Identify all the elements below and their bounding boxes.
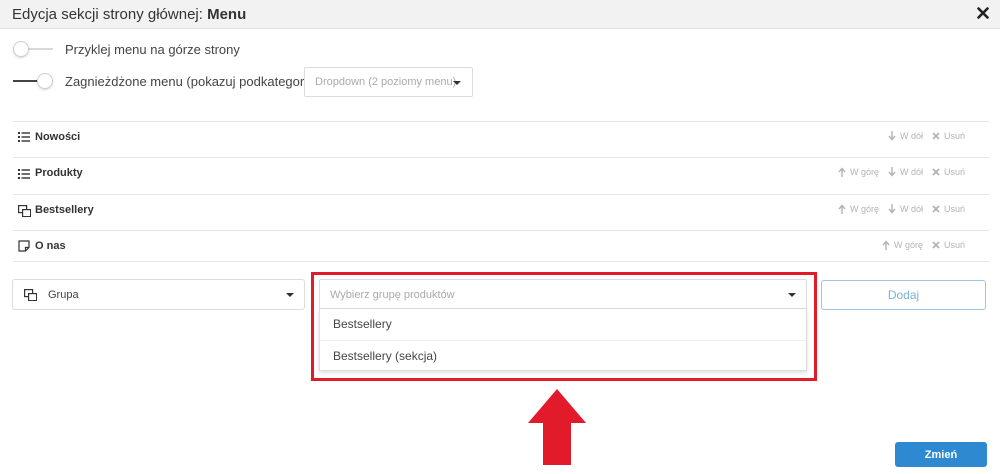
delete-button[interactable]: Usuń (932, 167, 965, 177)
arrow-down-icon (888, 131, 896, 141)
close-icon (932, 205, 940, 213)
delete-button[interactable]: Usuń (932, 204, 965, 214)
nested-menu-toggle-row: Zagnieżdżone menu (pokazuj podkategorie) (13, 71, 319, 91)
sticky-menu-switch[interactable] (13, 41, 53, 57)
sticky-menu-label: Przyklej menu na górze strony (65, 41, 240, 57)
menu-item-label: Nowości (35, 131, 81, 143)
add-button[interactable]: Dodaj (821, 280, 986, 310)
item-type-value: Grupa (48, 289, 79, 301)
move-up-button[interactable]: W górę (882, 240, 923, 250)
switch-knob (37, 73, 53, 89)
arrow-up-icon (838, 204, 846, 214)
item-type-select[interactable]: Grupa (12, 279, 305, 310)
close-button[interactable] (975, 4, 991, 22)
product-group-icon (24, 289, 37, 301)
menu-item-produkty: Produkty W górę W dół Usuń (13, 157, 989, 189)
arrow-down-icon (888, 167, 896, 177)
row-actions: W górę Usuń (873, 240, 965, 250)
move-down-label: W dół (899, 131, 923, 141)
delete-label: Usuń (943, 240, 965, 250)
arrow-up-callout-icon (528, 389, 586, 465)
row-actions: W górę W dół Usuń (829, 204, 965, 214)
move-down-button[interactable]: W dół (888, 204, 923, 214)
switch-knob (13, 41, 29, 57)
close-icon (932, 168, 940, 176)
move-up-button[interactable]: W górę (838, 167, 879, 177)
move-up-label: W górę (893, 240, 923, 250)
menu-mode-select[interactable]: Dropdown (2 poziomy menu) (304, 67, 473, 97)
arrow-up-icon (882, 240, 890, 250)
chevron-down-icon (286, 293, 294, 297)
move-down-button[interactable]: W dół (888, 167, 923, 177)
page-icon (18, 240, 30, 252)
product-group-option[interactable]: Bestsellery (320, 309, 806, 339)
menu-item-label: Bestsellery (35, 204, 94, 216)
modal-title-section: Menu (207, 6, 247, 23)
menu-item-nowosci: Nowości W dół Usuń (13, 121, 989, 153)
modal-title-prefix: Edycja sekcji strony głównej: (12, 6, 203, 23)
nested-menu-label: Zagnieżdżone menu (pokazuj podkategorie) (65, 73, 319, 89)
product-group-option[interactable]: Bestsellery (sekcja) (320, 340, 806, 370)
delete-label: Usuń (943, 204, 965, 214)
chevron-down-icon (453, 81, 461, 85)
menu-item-label: O nas (35, 240, 66, 252)
move-up-button[interactable]: W górę (838, 204, 879, 214)
delete-button[interactable]: Usuń (932, 240, 965, 250)
arrow-up-icon (838, 167, 846, 177)
list-icon (18, 132, 30, 142)
product-group-select[interactable]: Wybierz grupę produktów (319, 279, 807, 309)
move-down-label: W dół (899, 204, 923, 214)
move-down-label: W dół (899, 167, 923, 177)
delete-label: Usuń (943, 131, 965, 141)
product-group-placeholder: Wybierz grupę produktów (330, 289, 455, 301)
arrow-down-icon (888, 204, 896, 214)
row-actions: W dół Usuń (879, 131, 965, 141)
close-icon (932, 241, 940, 249)
row-actions: W górę W dół Usuń (829, 167, 965, 177)
move-up-label: W górę (849, 167, 879, 177)
chevron-down-icon (788, 293, 796, 297)
modal-header: Edycja sekcji strony głównej: Menu (0, 0, 1000, 29)
menu-mode-value: Dropdown (2 poziomy menu) (315, 76, 457, 88)
close-icon (932, 132, 940, 140)
menu-item-label: Produkty (35, 167, 83, 179)
product-group-icon (18, 205, 31, 217)
modal-title: Edycja sekcji strony głównej: Menu (12, 6, 246, 23)
list-icon (18, 169, 30, 179)
menu-item-o-nas: O nas W górę Usuń (13, 230, 989, 262)
menu-item-bestsellery: Bestsellery W górę W dół Usuń (13, 194, 989, 226)
product-group-options: Bestsellery Bestsellery (sekcja) (319, 309, 807, 371)
move-up-label: W górę (849, 204, 879, 214)
delete-label: Usuń (943, 167, 965, 177)
nested-menu-switch[interactable] (13, 73, 53, 89)
close-icon (977, 7, 989, 19)
delete-button[interactable]: Usuń (932, 131, 965, 141)
sticky-menu-toggle-row: Przyklej menu na górze strony (13, 39, 240, 59)
move-down-button[interactable]: W dół (888, 131, 923, 141)
submit-button[interactable]: Zmień (895, 442, 987, 467)
